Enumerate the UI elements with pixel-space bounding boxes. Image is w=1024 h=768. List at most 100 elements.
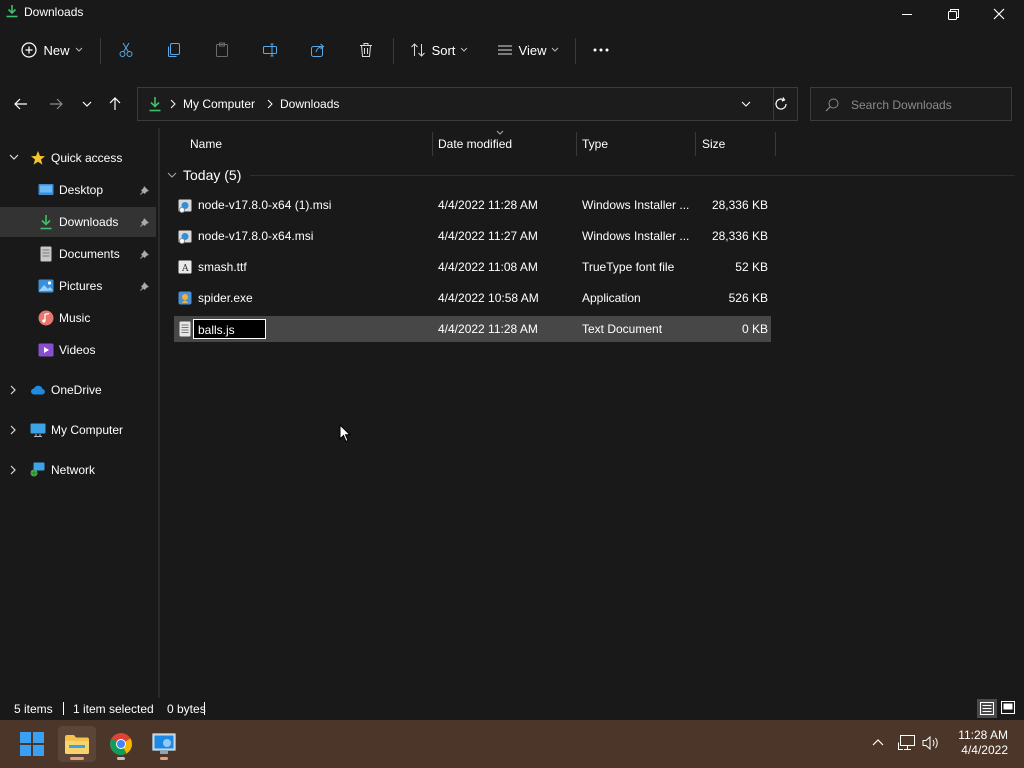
- file-row-selected[interactable]: balls.js 4/4/2022 11:28 AM Text Document…: [174, 316, 771, 342]
- search-icon: [825, 98, 839, 112]
- forward-button[interactable]: [43, 90, 69, 118]
- paste-button[interactable]: [206, 30, 238, 70]
- column-header-size[interactable]: Size: [702, 131, 774, 157]
- close-button[interactable]: [976, 0, 1022, 28]
- sidebar-item-downloads[interactable]: Downloads: [0, 207, 156, 237]
- view-icon: [497, 42, 513, 58]
- taskbar-chrome[interactable]: [102, 726, 140, 762]
- share-button[interactable]: [302, 30, 334, 70]
- music-icon: [38, 310, 54, 326]
- column-header-name[interactable]: Name: [190, 131, 430, 157]
- breadcrumb-downloads[interactable]: Downloads: [280, 97, 339, 111]
- tiles-view-icon: [1001, 701, 1015, 714]
- sort-label: Sort: [431, 42, 456, 58]
- chevron-right-icon: [9, 465, 19, 475]
- copy-icon: [166, 42, 182, 58]
- view-button[interactable]: View: [490, 30, 566, 70]
- column-resizer[interactable]: [695, 132, 696, 156]
- star-icon: [30, 150, 46, 166]
- up-button[interactable]: [102, 90, 128, 118]
- sidebar-item-onedrive[interactable]: OneDrive: [0, 375, 156, 405]
- column-resizer[interactable]: [576, 132, 577, 156]
- file-size: 52 KB: [735, 260, 768, 274]
- cut-icon: [118, 42, 134, 58]
- file-explorer-icon: [65, 734, 89, 754]
- volume-button[interactable]: [922, 735, 940, 751]
- pin-icon[interactable]: [140, 249, 150, 259]
- recent-locations-button[interactable]: [74, 90, 100, 118]
- cut-button[interactable]: [110, 30, 142, 70]
- taskbar-installer[interactable]: [145, 726, 183, 762]
- sidebar-item-videos[interactable]: Videos: [0, 335, 156, 365]
- rename-input[interactable]: balls.js: [193, 319, 266, 339]
- chevron-down-icon: [75, 47, 83, 53]
- sidebar-item-my-computer[interactable]: My Computer: [0, 415, 156, 445]
- new-button[interactable]: New: [14, 30, 90, 70]
- group-header-today[interactable]: Today (5): [167, 164, 241, 186]
- network-tray-button[interactable]: [898, 735, 916, 751]
- file-date: 4/4/2022 11:27 AM: [438, 229, 538, 243]
- taskbar-file-explorer[interactable]: [58, 726, 96, 762]
- pin-icon[interactable]: [140, 217, 150, 227]
- rename-button[interactable]: [254, 30, 286, 70]
- pin-icon[interactable]: [140, 281, 150, 291]
- chevron-down-icon: [551, 47, 559, 53]
- delete-button[interactable]: [350, 30, 382, 70]
- file-row[interactable]: A smash.ttf 4/4/2022 11:08 AM TrueType f…: [174, 254, 771, 280]
- sidebar-item-music[interactable]: Music: [0, 303, 156, 333]
- minimize-button[interactable]: [884, 0, 930, 28]
- more-button[interactable]: [585, 30, 617, 70]
- cloud-icon: [30, 382, 46, 398]
- details-view-button[interactable]: [977, 699, 997, 718]
- column-label-size: Size: [702, 137, 726, 151]
- text-file-icon: [178, 321, 192, 337]
- sidebar-item-quick-access[interactable]: Quick access: [0, 143, 156, 173]
- show-hidden-icons-button[interactable]: [872, 738, 884, 746]
- breadcrumb-my-computer[interactable]: My Computer: [183, 97, 255, 111]
- start-button[interactable]: [13, 726, 51, 762]
- sidebar-label-my-computer: My Computer: [51, 423, 124, 437]
- status-divider: [63, 702, 64, 715]
- pin-icon[interactable]: [140, 185, 150, 195]
- chrome-icon: [110, 733, 132, 755]
- file-date: 4/4/2022 11:08 AM: [438, 260, 538, 274]
- paste-icon: [214, 42, 230, 58]
- tiles-view-button[interactable]: [1001, 701, 1015, 714]
- sidebar-item-desktop[interactable]: Desktop: [0, 175, 156, 205]
- taskbar-clock[interactable]: 11:28 AM 4/4/2022: [958, 728, 1008, 758]
- file-row[interactable]: spider.exe 4/4/2022 10:58 AM Application…: [174, 285, 771, 311]
- view-label: View: [518, 42, 547, 58]
- arrow-left-icon: [14, 98, 28, 110]
- window-title: Downloads: [24, 5, 84, 19]
- column-header-date[interactable]: Date modified: [438, 131, 574, 157]
- taskbar: 11:28 AM 4/4/2022: [0, 720, 1024, 768]
- sidebar-item-documents[interactable]: Documents: [0, 239, 156, 269]
- documents-icon: [38, 246, 54, 262]
- file-row[interactable]: node-v17.8.0-x64 (1).msi 4/4/2022 11:28 …: [174, 192, 771, 218]
- sidebar-item-pictures[interactable]: Pictures: [0, 271, 156, 301]
- sidebar-label-documents: Documents: [59, 247, 120, 261]
- copy-button[interactable]: [158, 30, 190, 70]
- back-button[interactable]: [8, 90, 34, 118]
- chevron-right-icon: [267, 99, 273, 109]
- column-resizer[interactable]: [432, 132, 433, 156]
- toolbar-divider: [393, 38, 394, 64]
- search-box[interactable]: Search Downloads: [810, 87, 1012, 121]
- column-label-type: Type: [582, 137, 609, 151]
- column-header-type[interactable]: Type: [582, 131, 694, 157]
- refresh-icon[interactable]: [774, 97, 788, 111]
- sort-button[interactable]: Sort: [403, 30, 475, 70]
- msi-icon: [178, 197, 192, 213]
- file-type: TrueType font file: [582, 260, 675, 274]
- sidebar-label-onedrive: OneDrive: [51, 383, 102, 397]
- sidebar-label-downloads: Downloads: [59, 215, 119, 229]
- address-history-chevron-icon[interactable]: [741, 101, 751, 108]
- restore-button[interactable]: [930, 0, 976, 28]
- file-row[interactable]: node-v17.8.0-x64.msi 4/4/2022 11:27 AM W…: [174, 223, 771, 249]
- column-resizer[interactable]: [775, 132, 776, 156]
- sidebar-item-network[interactable]: Network: [0, 455, 156, 485]
- clock-time: 11:28 AM: [958, 728, 1008, 742]
- delete-icon: [358, 42, 374, 58]
- chevron-down-icon: [460, 47, 468, 53]
- address-bar[interactable]: My Computer Downloads: [137, 87, 798, 121]
